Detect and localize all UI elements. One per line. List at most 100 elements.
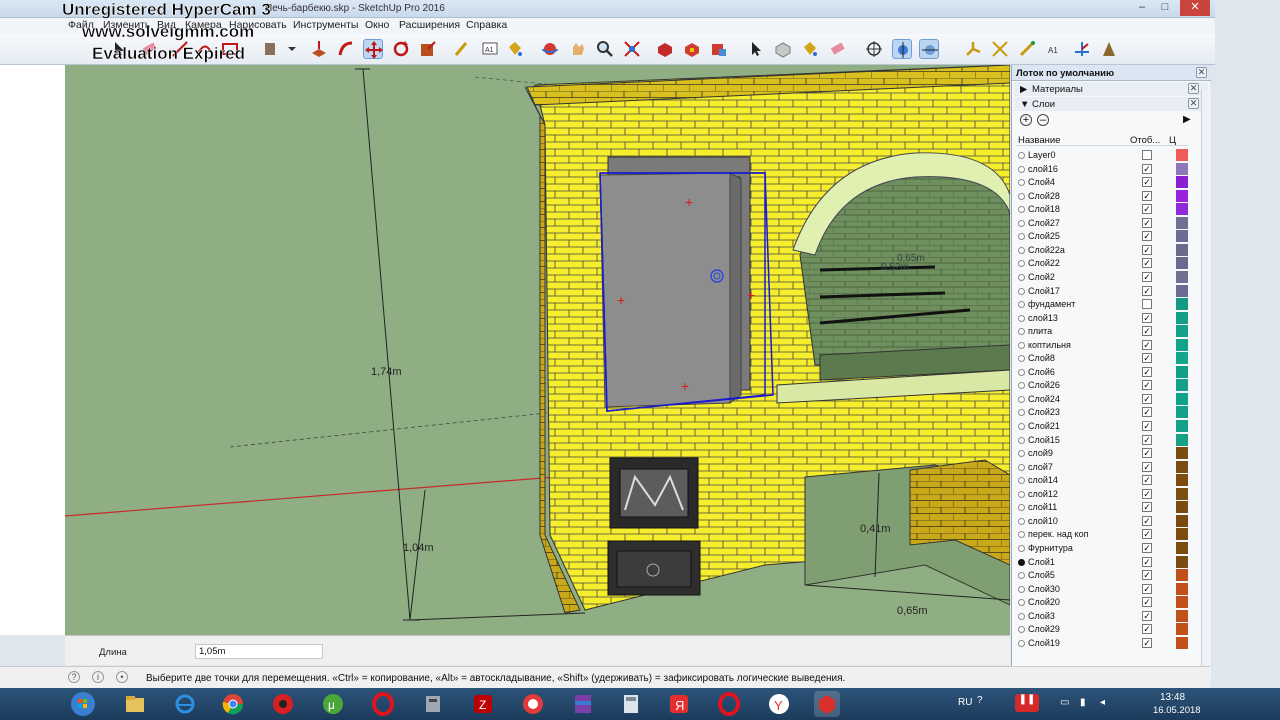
layer-visible-checkbox[interactable]: ✓ xyxy=(1142,421,1152,431)
active-layer-radio[interactable] xyxy=(1018,477,1025,485)
tray-scrollbar[interactable] xyxy=(1201,90,1211,685)
recorder-pause-icon[interactable]: ❚❚ xyxy=(1015,694,1039,712)
active-layer-radio[interactable] xyxy=(1018,450,1025,458)
active-layer-radio[interactable] xyxy=(1018,273,1025,281)
close-button[interactable]: ✕ xyxy=(1180,0,1210,16)
info-icon[interactable]: i xyxy=(92,671,104,683)
user-icon[interactable]: • xyxy=(116,671,128,683)
zoom-extents-icon[interactable] xyxy=(622,39,642,59)
layer-color-swatch[interactable] xyxy=(1176,636,1188,649)
materials-section[interactable]: ▶ Материалы ✕ xyxy=(1014,82,1208,96)
opera-icon-2[interactable] xyxy=(716,691,742,717)
layer-color-swatch[interactable] xyxy=(1176,541,1188,554)
layer-color-swatch[interactable] xyxy=(1176,528,1188,541)
active-layer-radio[interactable] xyxy=(1018,165,1025,173)
layer-visible-checkbox[interactable]: ✓ xyxy=(1142,244,1152,255)
volume-icon[interactable]: ◂ xyxy=(1100,697,1105,708)
geo-location-icon[interactable]: ? xyxy=(68,671,80,683)
maximize-button[interactable]: □ xyxy=(1152,0,1178,16)
active-layer-radio[interactable] xyxy=(1018,504,1025,512)
layer-visible-checkbox[interactable]: ✓ xyxy=(1142,475,1152,486)
active-layer-radio[interactable] xyxy=(1018,341,1025,349)
layer-color-swatch[interactable] xyxy=(1176,514,1188,527)
layer-color-swatch[interactable] xyxy=(1176,270,1188,283)
section-display-icon[interactable] xyxy=(892,39,912,59)
move-tool-icon[interactable] xyxy=(363,39,383,59)
3d-text-icon[interactable] xyxy=(1099,39,1119,59)
add-layer-icon[interactable]: + xyxy=(1020,114,1032,126)
remove-layer-icon[interactable]: – xyxy=(1037,114,1049,126)
layer-row[interactable]: Layer0 xyxy=(1016,149,1188,162)
record-icon[interactable] xyxy=(520,691,546,717)
layer-visible-checkbox[interactable]: ✓ xyxy=(1142,610,1152,621)
active-layer-radio[interactable] xyxy=(1018,246,1025,254)
pan-icon[interactable] xyxy=(568,39,588,59)
layer-color-swatch[interactable] xyxy=(1176,487,1188,500)
layer-row[interactable]: Фурнитура ✓ xyxy=(1016,541,1188,555)
layer-color-swatch[interactable] xyxy=(1176,555,1188,568)
explorer-icon[interactable] xyxy=(122,691,148,717)
layer-color-swatch[interactable] xyxy=(1176,243,1188,256)
active-layer-radio[interactable] xyxy=(1018,612,1025,620)
torrent-icon[interactable]: μ xyxy=(320,691,346,717)
layer-visible-checkbox[interactable]: ✓ xyxy=(1142,177,1152,188)
layer-visible-checkbox[interactable]: ✓ xyxy=(1142,271,1152,282)
layer-visible-checkbox[interactable]: ✓ xyxy=(1142,393,1152,404)
section-plane-icon[interactable] xyxy=(864,39,884,59)
active-layer-radio[interactable] xyxy=(1018,192,1025,200)
layer-visible-checkbox[interactable]: ✓ xyxy=(1142,434,1152,445)
layer-row[interactable]: плита ✓ xyxy=(1016,325,1188,338)
layer-row[interactable]: слой12 ✓ xyxy=(1016,487,1188,501)
layer-row[interactable]: Слой28 ✓ xyxy=(1016,189,1188,203)
layer-visible-checkbox[interactable]: ✓ xyxy=(1142,542,1152,553)
layer-visible-checkbox[interactable]: ✓ xyxy=(1142,461,1152,472)
active-layer-radio[interactable] xyxy=(1018,626,1025,634)
layer-row[interactable]: Слой26 ✓ xyxy=(1016,379,1188,392)
components-icon[interactable] xyxy=(655,39,675,59)
layer-row[interactable]: Слой2 ✓ xyxy=(1016,270,1188,284)
layer-visible-checkbox[interactable] xyxy=(1142,299,1152,310)
layer-visible-checkbox[interactable]: ✓ xyxy=(1142,488,1152,499)
active-layer-radio[interactable] xyxy=(1018,531,1025,539)
layer-row[interactable]: Слой20 ✓ xyxy=(1016,596,1188,609)
tape-measure-icon[interactable] xyxy=(452,39,472,59)
dimension-icon[interactable] xyxy=(990,39,1010,59)
layer-row[interactable]: Слой22 ✓ xyxy=(1016,257,1188,270)
layer-row[interactable]: Слой17 ✓ xyxy=(1016,284,1188,298)
monitor-icon[interactable]: ▭ xyxy=(1060,697,1069,708)
layer-row[interactable]: фундамент xyxy=(1016,298,1188,311)
layer-color-swatch[interactable] xyxy=(1176,230,1188,243)
modeling-viewport[interactable]: 1,74m 1,04m 0,65m 0,52m 0,41m 0,65m + + … xyxy=(65,65,1010,635)
active-layer-radio[interactable] xyxy=(1018,301,1025,309)
scale-tool-icon[interactable] xyxy=(418,39,438,59)
layer-row[interactable]: Слой18 ✓ xyxy=(1016,203,1188,216)
layer-color-swatch[interactable] xyxy=(1176,406,1188,419)
layer-color-swatch[interactable] xyxy=(1176,420,1188,432)
layer-color-swatch[interactable] xyxy=(1176,284,1188,297)
active-layer-radio[interactable] xyxy=(1018,490,1025,498)
layer-color-swatch[interactable] xyxy=(1176,189,1188,202)
layer-color-swatch[interactable] xyxy=(1176,216,1188,229)
protractor-icon[interactable] xyxy=(1017,39,1037,59)
layer-color-swatch[interactable] xyxy=(1176,176,1188,189)
layer-row[interactable]: слой16 ✓ xyxy=(1016,162,1188,176)
active-layer-radio[interactable] xyxy=(1018,368,1025,376)
layer-visible-checkbox[interactable]: ✓ xyxy=(1142,624,1152,635)
winrar-icon[interactable] xyxy=(570,691,596,717)
axes-icon[interactable] xyxy=(963,39,983,59)
text-tool-icon[interactable]: A1 xyxy=(480,39,500,59)
layer-row[interactable]: Слой29 ✓ xyxy=(1016,623,1188,636)
layer-visible-checkbox[interactable]: ✓ xyxy=(1142,326,1152,337)
layer-color-swatch[interactable] xyxy=(1176,365,1188,378)
layer-row[interactable]: Слой3 ✓ xyxy=(1016,609,1188,623)
select-arrow-icon[interactable] xyxy=(746,39,766,59)
rotate-tool-icon[interactable] xyxy=(391,39,411,59)
layer-color-swatch[interactable] xyxy=(1176,149,1188,161)
paint-bucket-icon[interactable] xyxy=(505,39,525,59)
layer-visible-checkbox[interactable]: ✓ xyxy=(1142,163,1152,174)
layer-row[interactable]: коптильня ✓ xyxy=(1016,338,1188,352)
active-layer-radio[interactable] xyxy=(1018,152,1025,159)
active-layer-radio[interactable] xyxy=(1018,328,1025,336)
layers-section[interactable]: ▼ Слои ✕ xyxy=(1014,97,1208,111)
measurements-input[interactable]: 1,05m xyxy=(195,644,323,659)
